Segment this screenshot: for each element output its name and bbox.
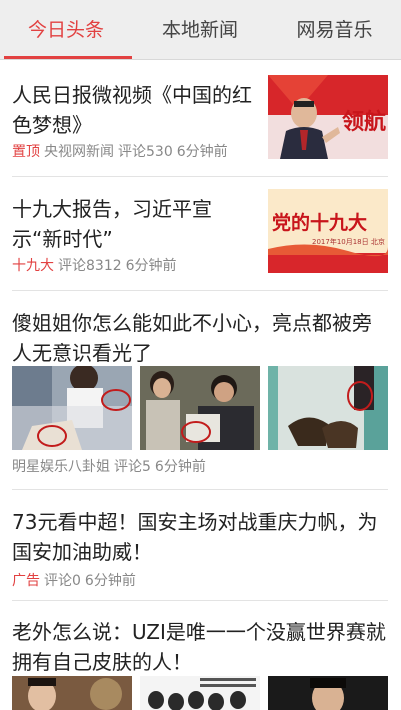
news-time: 6分钟前 (176, 144, 228, 160)
divider (12, 290, 388, 291)
image-row (12, 676, 388, 710)
news-item[interactable]: 傻姐姐你怎么能如此不小心，亮点都被旁人无意识看光了 (12, 308, 388, 368)
news-time: 6分钟前 (84, 573, 136, 589)
thumb-subtext-date: 2017年10月18日 北京 (312, 237, 385, 246)
news-image[interactable] (268, 366, 388, 450)
divider (12, 489, 388, 490)
news-item[interactable]: 73元看中超！国安主场对战重庆力帆，为国安加油助威！ 广告 评论0 6分钟前 (12, 507, 388, 591)
news-time: 6分钟前 (125, 258, 177, 274)
news-title[interactable]: 人民日报微视频《中国的红色梦想》 (12, 80, 256, 140)
news-item[interactable]: 人民日报微视频《中国的红色梦想》 置顶 央视网新闻 评论530 6分钟前 (12, 80, 256, 162)
tab-headlines[interactable]: 今日头条 (0, 0, 132, 60)
thumb-text-lead: 领航 (342, 109, 386, 135)
news-time: 6分钟前 (154, 459, 206, 475)
tab-netease-music[interactable]: 网易音乐 (268, 0, 401, 60)
news-title[interactable]: 十九大报告，习近平宣示“新时代” (12, 194, 256, 254)
news-title[interactable]: 傻姐姐你怎么能如此不小心，亮点都被旁人无意识看光了 (12, 308, 388, 368)
news-meta: 明星娱乐八卦姐 评论5 6分钟前 (12, 457, 206, 477)
tab-local-news[interactable]: 本地新闻 (132, 0, 268, 60)
news-image[interactable] (12, 676, 132, 710)
news-meta: 置顶 央视网新闻 评论530 6分钟前 (12, 142, 256, 162)
comment-count: 评论8312 (58, 258, 122, 274)
topic-badge: 十九大 (12, 258, 54, 274)
comment-count: 评论5 (114, 459, 151, 475)
news-thumbnail[interactable]: 党的十九大 2017年10月18日 北京 (268, 189, 388, 273)
news-title[interactable]: 73元看中超！国安主场对战重庆力帆，为国安加油助威！ (12, 507, 388, 567)
comment-count: 评论530 (118, 144, 173, 160)
active-tab-indicator (4, 56, 132, 59)
news-item[interactable]: 老外怎么说：UZI是唯一一个没赢世界赛就拥有自己皮肤的人！ (12, 617, 388, 677)
thumb-text-19th: 党的十九大 (272, 211, 367, 234)
image-row (12, 366, 388, 450)
news-image[interactable] (12, 366, 132, 450)
news-image[interactable] (268, 676, 388, 710)
divider (12, 176, 388, 177)
tab-bar: 今日头条 本地新闻 网易音乐 (0, 0, 401, 60)
comment-count: 评论0 (44, 573, 81, 589)
news-thumbnail[interactable]: 领航 (268, 75, 388, 159)
pin-badge: 置顶 (12, 144, 40, 160)
news-image[interactable] (140, 366, 260, 450)
news-source: 明星娱乐八卦姐 (12, 459, 110, 475)
news-image[interactable] (140, 676, 260, 710)
news-meta: 十九大 评论8312 6分钟前 (12, 256, 256, 276)
news-source: 央视网新闻 (44, 144, 114, 160)
news-item[interactable]: 十九大报告，习近平宣示“新时代” 十九大 评论8312 6分钟前 (12, 194, 256, 276)
divider (12, 600, 388, 601)
ad-badge: 广告 (12, 573, 40, 589)
news-meta: 广告 评论0 6分钟前 (12, 571, 388, 591)
news-title[interactable]: 老外怎么说：UZI是唯一一个没赢世界赛就拥有自己皮肤的人！ (12, 617, 388, 677)
